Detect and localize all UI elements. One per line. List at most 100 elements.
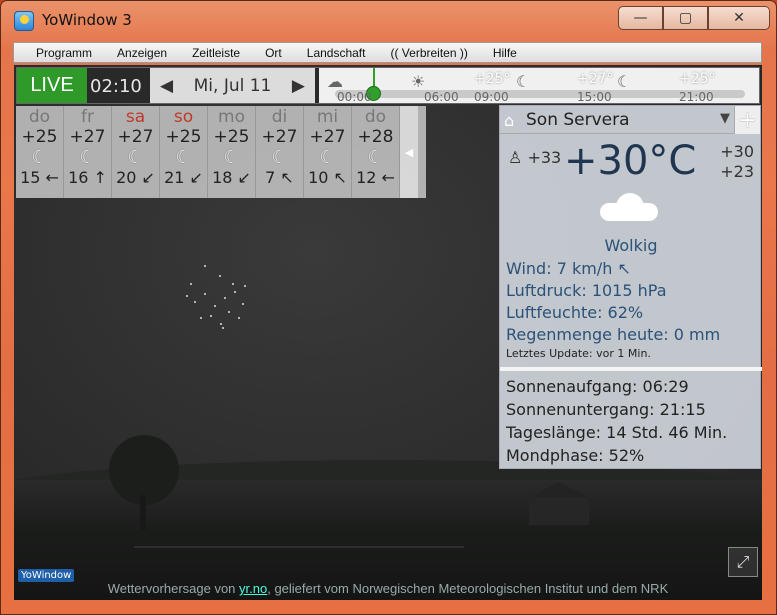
forecast-day[interactable]: mo +25 ☾ 18 ↙ (208, 106, 256, 198)
weather-scene: LIVE 02:10 ◀ Mi, Jul 11 ▶ ☁ ☀ +25° ☾ +27… (14, 65, 762, 600)
day-temp: +27 (309, 127, 346, 147)
forecast-day[interactable]: so +25 ☾ 21 ↙ (160, 106, 208, 198)
fullscreen-button[interactable]: ⤢ (728, 547, 758, 577)
yr-no-link[interactable]: yr.no (239, 581, 267, 596)
add-location-button[interactable]: + (734, 106, 760, 134)
menu-programm[interactable]: Programm (36, 46, 92, 60)
sunrise-row: Sonnenaufgang: 06:29 (506, 377, 689, 396)
moon-icon: ☾ (516, 72, 531, 91)
last-update: Letztes Update: vor 1 Min. (506, 347, 651, 360)
day-wind: 20 ↙ (116, 168, 155, 187)
collapse-forecast-button[interactable]: ◀ (400, 106, 418, 198)
window-title: YoWindow 3 (42, 11, 132, 29)
day-name: so (173, 107, 194, 127)
high-low: +30 +23 (720, 142, 754, 182)
moon-cloud-icon: ☾ (617, 72, 632, 91)
moon-icon: ☾ (79, 147, 96, 168)
date-navigator: ◀ Mi, Jul 11 ▶ (150, 68, 315, 103)
menu-verbreiten[interactable]: (( Verbreiten )) (390, 46, 467, 60)
day-wind: 7 ↖ (265, 168, 294, 187)
forecast-day[interactable]: fr +27 ☾ 16 ↑ (64, 106, 112, 198)
weather-info-panel: ⌂ Son Servera ▼ + ♙ +33 +30°C +30 +23 Wo… (499, 105, 762, 469)
moon-phase-row: Mondphase: 52% (506, 446, 645, 465)
day-name: do (28, 107, 51, 127)
day-wind: 21 ↙ (164, 168, 203, 187)
next-day-icon[interactable]: ▶ (292, 76, 305, 96)
timeline-tick: 00:00 (337, 90, 372, 104)
menu-bar: Programm Anzeigen Zeitleiste Ort Landsch… (13, 42, 762, 63)
menu-ort[interactable]: Ort (265, 46, 282, 60)
time-bar: LIVE 02:10 ◀ Mi, Jul 11 ▶ ☁ ☀ +25° ☾ +27… (16, 67, 760, 104)
day-name: do (364, 107, 387, 127)
cloud-icon (600, 191, 658, 221)
day-wind: 18 ↙ (212, 168, 251, 187)
day-wind: 15 ← (20, 168, 59, 187)
day-name: fr (81, 107, 94, 127)
moon-icon: ☾ (319, 147, 336, 168)
day-wind: 10 ↖ (308, 168, 347, 187)
close-icon: ✕ (733, 10, 745, 26)
timeline-tick: 09:00 (474, 90, 509, 104)
timeline-temp: +25° (679, 71, 716, 87)
current-time: 02:10 (90, 76, 142, 97)
credits-suffix: , geliefert vom Norwegischen Meteorologi… (267, 581, 669, 596)
credits-footer: Wettervorhersage von yr.no, geliefert vo… (14, 581, 762, 596)
credits-prefix: Wettervorhersage von (107, 581, 240, 596)
forecast-day[interactable]: do +28 ☾ 12 ← (352, 106, 400, 198)
timeline-tick: 06:00 (424, 90, 459, 104)
timeline-now-marker (373, 68, 375, 88)
wind-direction-icon: ↖ (617, 259, 631, 278)
farmhouse (529, 497, 589, 525)
moon-icon: ☾ (175, 147, 192, 168)
close-button[interactable]: ✕ (708, 6, 770, 30)
sunset-row: Sonnenuntergang: 21:15 (506, 400, 706, 419)
app-window: YoWindow 3 — ▢ ✕ Programm Anzeigen Zeitl… (0, 0, 777, 615)
feels-like-value: +33 (527, 148, 562, 167)
day-temp: +25 (213, 127, 250, 147)
high-temp: +30 (720, 142, 754, 161)
window-controls: — ▢ ✕ (618, 6, 770, 30)
sun-cloud-icon: ☀ (411, 72, 426, 91)
location-name: Son Servera (526, 109, 630, 130)
moon-icon: ☾ (223, 147, 240, 168)
day-temp: +25 (21, 127, 58, 147)
forecast-day[interactable]: sa +27 ☾ 20 ↙ (112, 106, 160, 198)
current-temperature: +30°C (564, 138, 697, 184)
timeline-slider[interactable]: ☁ ☀ +25° ☾ +27° ☾ +25° 00:00 06:00 09:00… (319, 68, 759, 104)
menu-landschaft[interactable]: Landschaft (307, 46, 366, 60)
maximize-icon: ▢ (678, 10, 693, 26)
day-wind: 12 ← (356, 168, 395, 187)
forecast-day[interactable]: di +27 ☾ 7 ↖ (256, 106, 304, 198)
fence (134, 546, 464, 548)
cloud-icon: ☁ (327, 72, 343, 91)
menu-anzeigen[interactable]: Anzeigen (117, 46, 167, 60)
prev-day-icon[interactable]: ◀ (160, 76, 173, 96)
timeline-tick: 21:00 (679, 90, 714, 104)
day-name: mi (316, 107, 339, 127)
minimize-button[interactable]: — (618, 6, 663, 30)
moon-icon: ☾ (367, 147, 384, 168)
yowindow-app-icon (14, 11, 34, 31)
minimize-icon: — (633, 10, 648, 26)
title-bar[interactable]: YoWindow 3 — ▢ ✕ (1, 1, 777, 39)
location-selector[interactable]: ⌂ Son Servera ▼ + (500, 106, 760, 134)
wind-row: Wind: 7 km/h ↖ (506, 259, 631, 278)
chevron-left-icon: ◀ (404, 145, 414, 159)
menu-hilfe[interactable]: Hilfe (493, 46, 517, 60)
pressure-row: Luftdruck: 1015 hPa (506, 281, 667, 300)
fullscreen-icon: ⤢ (736, 552, 750, 571)
feels-like: ♙ +33 (508, 148, 561, 167)
timeline-temp: +27° (577, 71, 614, 87)
menu-zeitleiste[interactable]: Zeitleiste (192, 46, 240, 60)
maximize-button[interactable]: ▢ (663, 6, 708, 30)
day-name: mo (218, 107, 245, 127)
live-button[interactable]: LIVE (17, 68, 87, 103)
day-temp: +25 (165, 127, 202, 147)
day-wind: 16 ↑ (68, 168, 107, 187)
forecast-day[interactable]: mi +27 ☾ 10 ↖ (304, 106, 352, 198)
chevron-down-icon[interactable]: ▼ (720, 111, 730, 126)
timeline-tick: 15:00 (577, 90, 612, 104)
forecast-day[interactable]: do +25 ☾ 15 ← (16, 106, 64, 198)
day-temp: +28 (357, 127, 394, 147)
forecast-strip: do +25 ☾ 15 ← fr +27 ☾ 16 ↑ sa +27 ☾ 20 ↙ so +25 ☾ 2… (16, 106, 426, 198)
